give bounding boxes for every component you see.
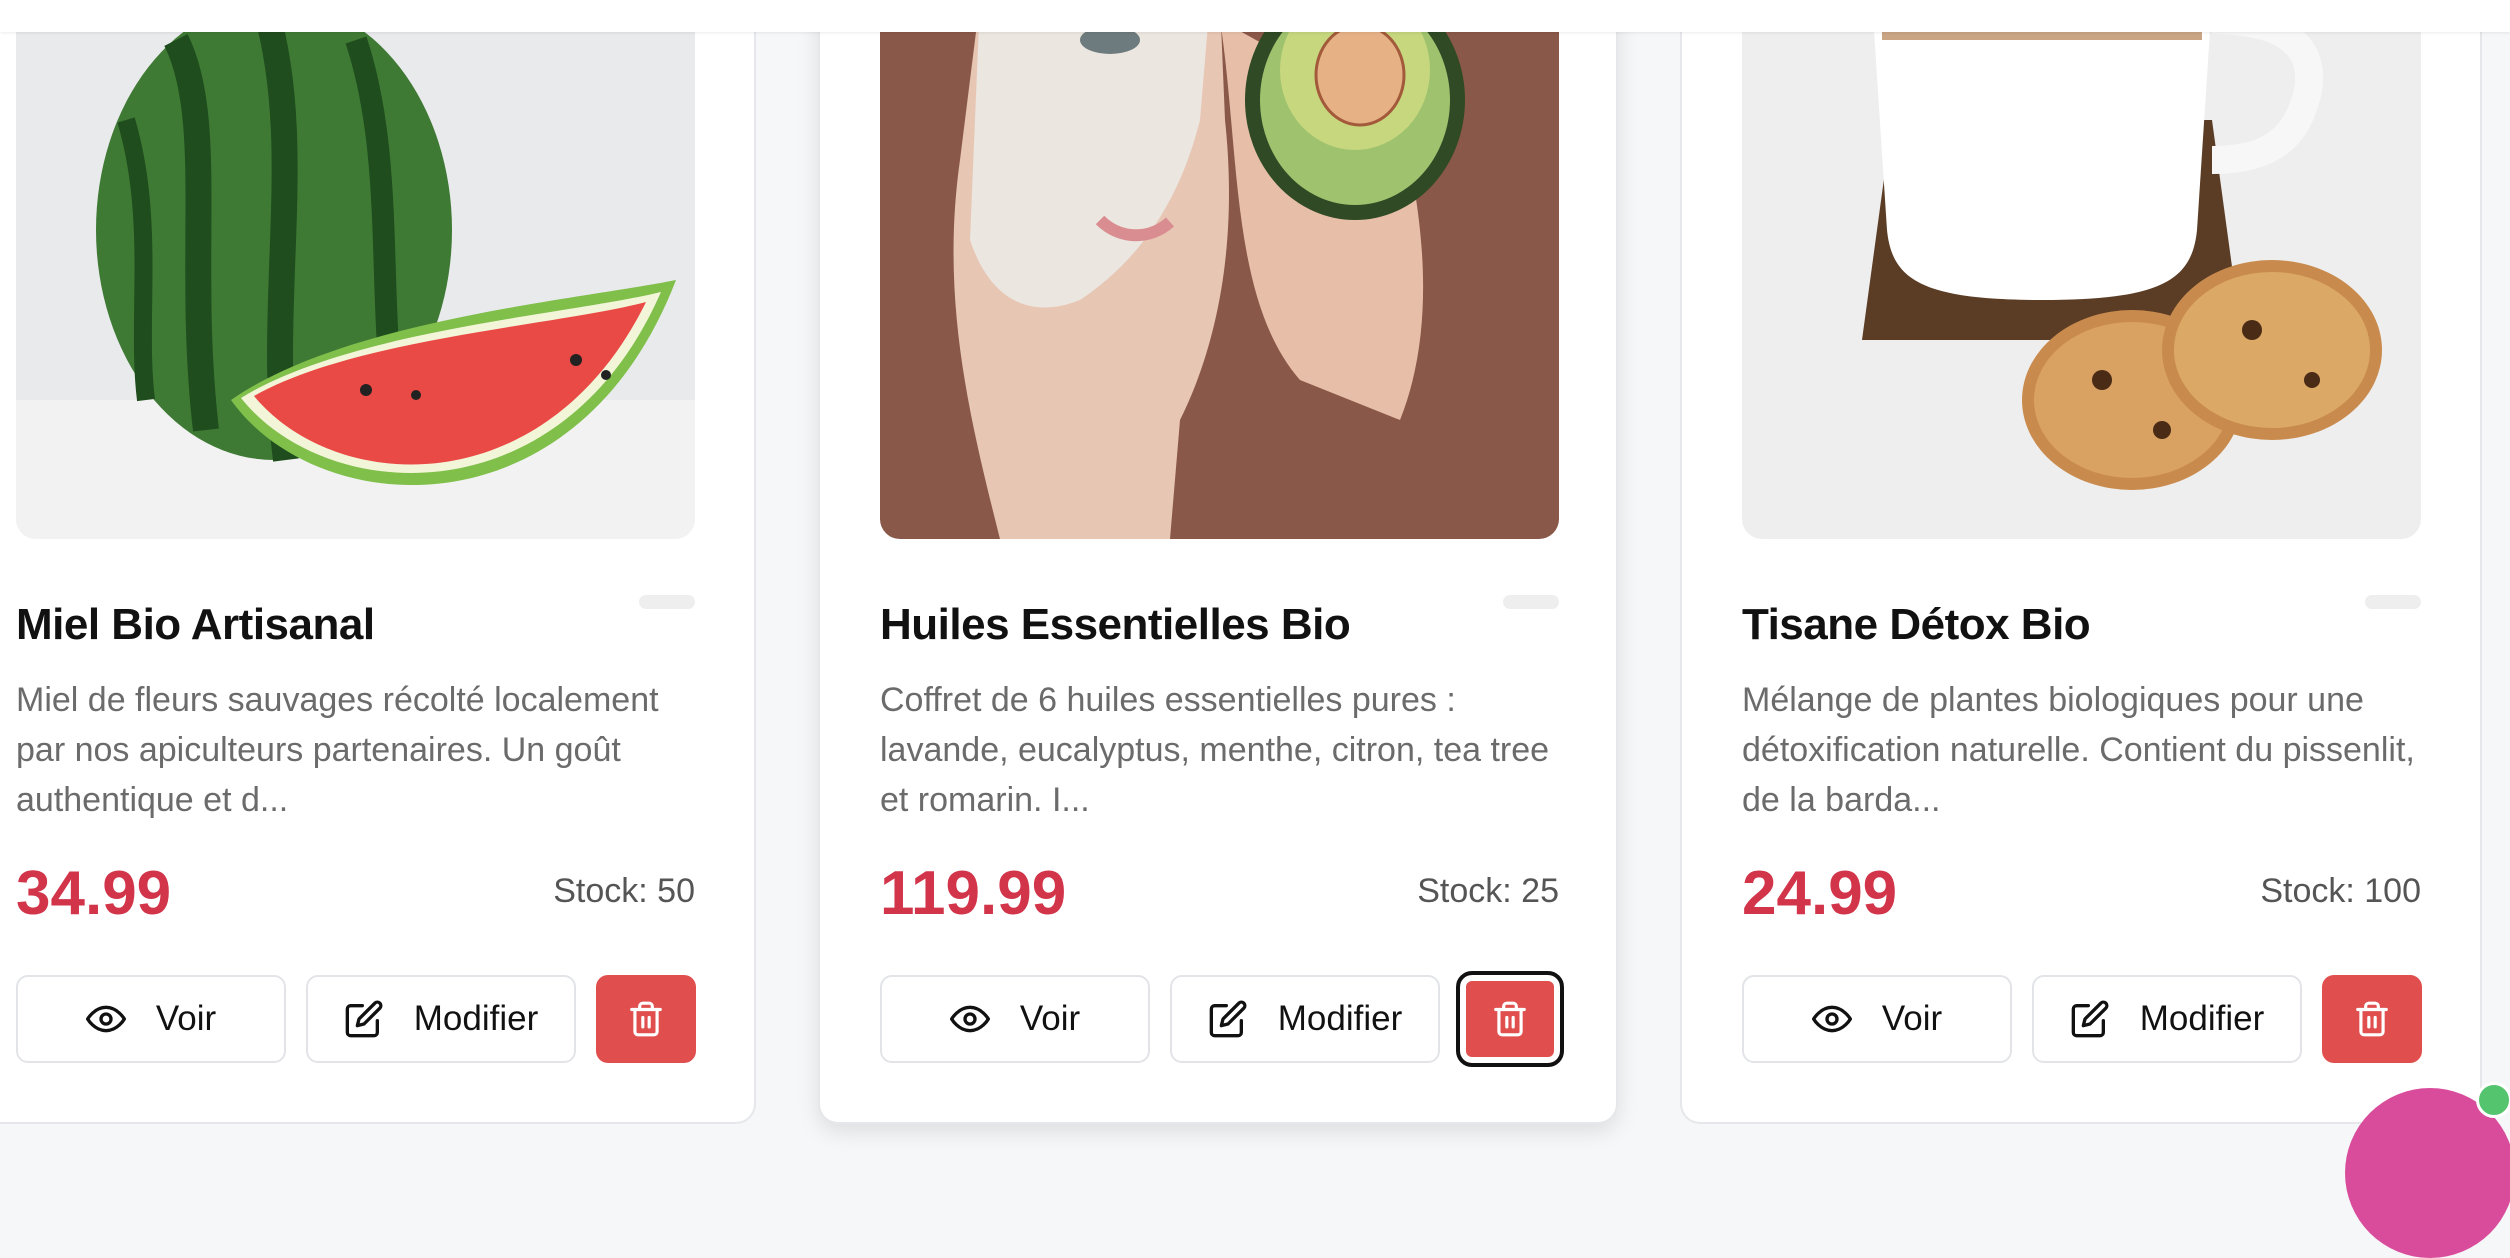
- product-stock: Stock: 25: [1417, 872, 1559, 910]
- edit-icon: [344, 999, 384, 1039]
- product-image: [16, 0, 695, 539]
- product-description: Miel de fleurs sauvages récolté localeme…: [16, 681, 659, 819]
- online-status-dot: [2476, 1082, 2510, 1118]
- edit-icon: [2070, 999, 2110, 1039]
- product-card: Miel Bio Artisanal Miel de fleurs sauvag…: [0, 0, 756, 1124]
- product-stock: Stock: 100: [2260, 872, 2421, 910]
- edit-button[interactable]: Modifier: [1170, 975, 1440, 1063]
- edit-button-label: Modifier: [413, 999, 539, 1038]
- eye-icon: [1811, 999, 1852, 1039]
- trash-icon: [2353, 1000, 2391, 1038]
- trash-icon: [1491, 1000, 1529, 1038]
- delete-button[interactable]: [2322, 975, 2422, 1063]
- view-button-label: Voir: [155, 999, 217, 1038]
- face-mask-image: [880, 0, 1559, 539]
- product-image: [880, 0, 1559, 539]
- tea-cookies-image: [1742, 0, 2421, 539]
- edit-button-label: Modifier: [2139, 999, 2265, 1038]
- delete-button[interactable]: [596, 975, 696, 1063]
- edit-icon: [1208, 999, 1248, 1039]
- product-title: Tisane Détox Bio: [1742, 600, 2091, 649]
- trash-icon: [627, 1000, 665, 1038]
- edit-button[interactable]: Modifier: [306, 975, 576, 1063]
- product-stock: Stock: 50: [553, 872, 695, 910]
- view-button[interactable]: Voir: [1742, 975, 2012, 1063]
- product-title: Huiles Essentielles Bio: [880, 600, 1351, 649]
- edit-button-label: Modifier: [1277, 999, 1403, 1038]
- eye-icon: [85, 999, 126, 1039]
- product-description: Mélange de plantes biologiques pour une …: [1742, 681, 2415, 819]
- product-price: 24.99: [1742, 859, 1898, 928]
- product-description: Coffret de 6 huiles essentielles pures :…: [880, 681, 1550, 819]
- watermelon-image: [16, 0, 695, 539]
- edit-button[interactable]: Modifier: [2032, 975, 2302, 1063]
- product-title: Miel Bio Artisanal: [16, 600, 375, 649]
- product-image: [1742, 0, 2421, 539]
- product-card: Tisane Détox Bio Mélange de plantes biol…: [1680, 0, 2482, 1124]
- status-pill: [639, 595, 695, 609]
- view-button[interactable]: Voir: [880, 975, 1150, 1063]
- product-price: 34.99: [16, 859, 172, 928]
- eye-icon: [949, 999, 990, 1039]
- top-navbar: [0, 0, 2510, 32]
- delete-button[interactable]: [1456, 971, 1564, 1067]
- status-pill: [2365, 595, 2421, 609]
- view-button-label: Voir: [1019, 999, 1081, 1038]
- view-button-label: Voir: [1881, 999, 1943, 1038]
- product-price: 119.99: [880, 859, 1067, 928]
- product-card: Huiles Essentielles Bio Coffret de 6 hui…: [818, 0, 1618, 1124]
- status-pill: [1503, 595, 1559, 609]
- view-button[interactable]: Voir: [16, 975, 286, 1063]
